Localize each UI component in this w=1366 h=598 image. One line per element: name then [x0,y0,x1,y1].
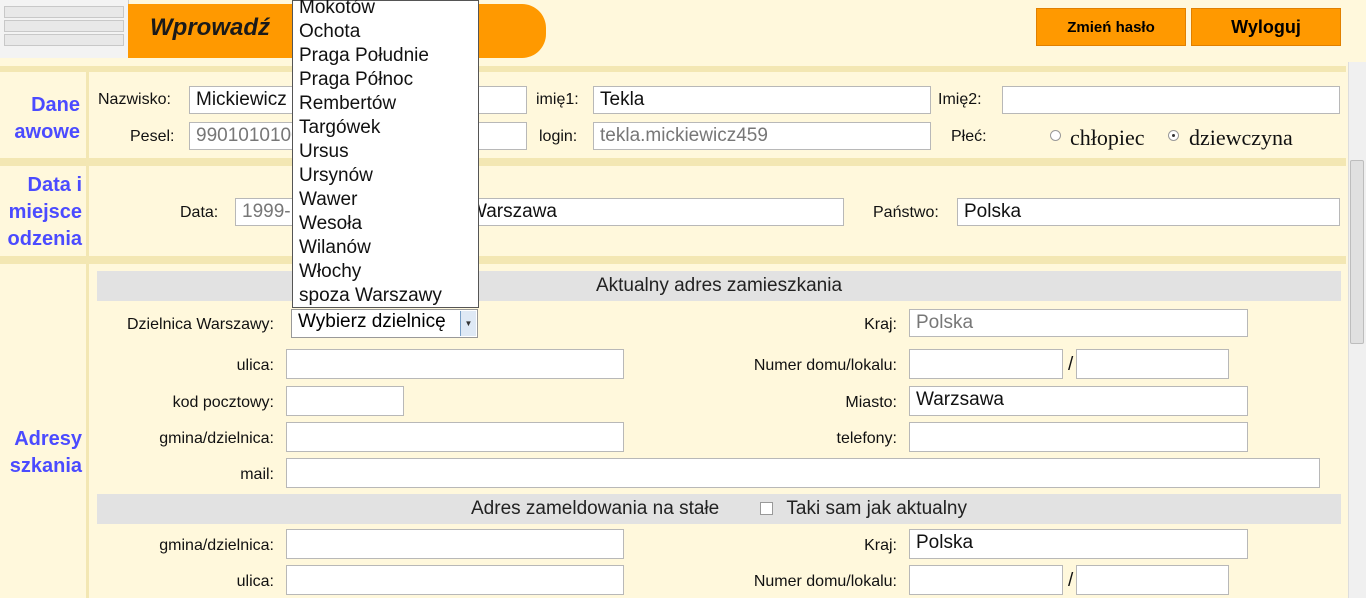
dropdown-option[interactable]: Wawer [299,189,357,211]
dropdown-option[interactable]: Włochy [299,261,361,283]
dropdown-option[interactable]: Praga Północ [299,69,413,91]
gender-radio-boy-label: chłopiec [1070,125,1145,150]
permanent-house-number-separator: / [1068,570,1074,591]
dropdown-option[interactable]: Ochota [299,21,360,43]
district-dropdown-list[interactable]: Mokotów Ochota Praga Południe Praga Półn… [292,0,479,308]
birth-place-value: Warszawa [469,201,557,222]
dropdown-option[interactable]: Mokotów [299,0,375,19]
dropdown-option[interactable]: Rembertów [299,93,396,115]
permanent-street-input[interactable] [286,565,624,595]
dropdown-option[interactable]: spoza Warszawy [299,285,442,307]
house-number-separator: / [1068,354,1074,375]
apartment-number-input[interactable] [1076,349,1229,379]
gender-radio-girl-label: dziewczyna [1189,125,1293,150]
birth-place-input[interactable]: Warszawa [420,198,844,226]
gender-radio-boy[interactable] [1050,130,1061,141]
permanent-apartment-number-input[interactable] [1076,565,1229,595]
permanent-municipality-label: gmina/dzielnica: [159,537,274,554]
country-label-current: Kraj: [864,316,897,333]
permanent-country-label: Kraj: [864,537,897,554]
city-label: Miasto: [845,394,897,411]
permanent-house-number-label: Numer domu/lokalu: [753,573,897,590]
surname-label: Nazwisko: [98,91,171,108]
postal-code-input[interactable] [286,386,404,416]
birth-date-label: Data: [180,204,219,221]
mail-label: mail: [240,466,274,483]
section-label-line: odzenia [7,228,82,250]
dropdown-option[interactable]: Wilanów [299,237,371,259]
change-password-button[interactable]: Zmień hasło [1036,8,1186,46]
section-label-line: miejsce [8,201,82,223]
municipality-input[interactable] [286,422,624,452]
logout-button[interactable]: Wyloguj [1191,8,1341,46]
permanent-country-input[interactable]: Polska [909,529,1248,559]
section-label-line: Dane [31,94,80,116]
same-as-current-checkbox[interactable] [760,502,774,516]
permanent-street-label: ulica: [236,573,274,590]
section-label-line: Adresy [14,428,82,450]
dropdown-option[interactable]: Ursynów [299,165,373,187]
second-name-input[interactable] [1002,86,1340,114]
section-label-line: szkania [9,455,82,477]
login-label: login: [539,128,578,145]
second-name-label: Imię2: [938,91,982,108]
divider [86,72,89,598]
permanent-address-heading-text: Adres zameldowania na stałe [471,498,720,519]
page-title: Wprowadź [150,14,270,41]
chevron-down-icon[interactable]: ▼ [460,311,476,336]
dropdown-option[interactable]: Praga Południe [299,45,429,67]
dropdown-option[interactable]: Wesoła [299,213,362,235]
first-name-input[interactable]: Tekla [593,86,931,114]
country-input[interactable]: Polska [957,198,1340,226]
permanent-house-number-input[interactable] [909,565,1063,595]
first-name-label: imię1: [536,91,579,108]
street-label: ulica: [236,357,274,374]
phones-label: telefony: [836,430,897,447]
country-input-current[interactable]: Polska [909,309,1248,337]
district-select-value: Wybierz dzielnicę [298,311,446,332]
city-input[interactable]: Warzsawa [909,386,1248,416]
dropdown-option[interactable]: Ursus [299,141,349,163]
section-label-line: awowe [14,121,80,143]
section-label-line: Data i [27,174,82,196]
divider [0,158,1346,166]
gender-label: Płeć: [951,128,987,145]
house-number-label: Numer domu/lokalu: [753,357,897,374]
permanent-municipality-input[interactable] [286,529,624,559]
login-input[interactable]: tekla.mickiewicz459 [593,122,931,150]
house-number-input[interactable] [909,349,1063,379]
postal-code-label: kod pocztowy: [172,394,274,411]
municipality-label: gmina/dzielnica: [159,430,274,447]
divider [0,256,1346,264]
dropdown-option[interactable]: Targówek [299,117,380,139]
mail-input[interactable] [286,458,1320,488]
district-select[interactable]: Wybierz dzielnicę ▼ [291,309,478,338]
section-label-data: Data i miejsce odzenia [0,172,82,253]
scrollbar-thumb[interactable] [1350,160,1364,344]
logo [0,0,129,58]
country-label: Państwo: [873,204,939,221]
gender-radio-girl[interactable] [1168,130,1179,141]
section-label-dane: Dane awowe [0,92,80,146]
district-label: Dzielnica Warszawy: [127,316,274,333]
phones-input[interactable] [909,422,1248,452]
pesel-label: Pesel: [130,128,175,145]
divider [0,66,1346,72]
street-input[interactable] [286,349,624,379]
section-label-adresy: Adresy szkania [0,426,82,480]
permanent-address-heading: Adres zameldowania na stałe Taki sam jak… [97,494,1341,524]
current-address-heading: Aktualny adres zamieszkania [97,271,1341,301]
same-as-current-label[interactable]: Taki sam jak aktualny [786,498,967,519]
